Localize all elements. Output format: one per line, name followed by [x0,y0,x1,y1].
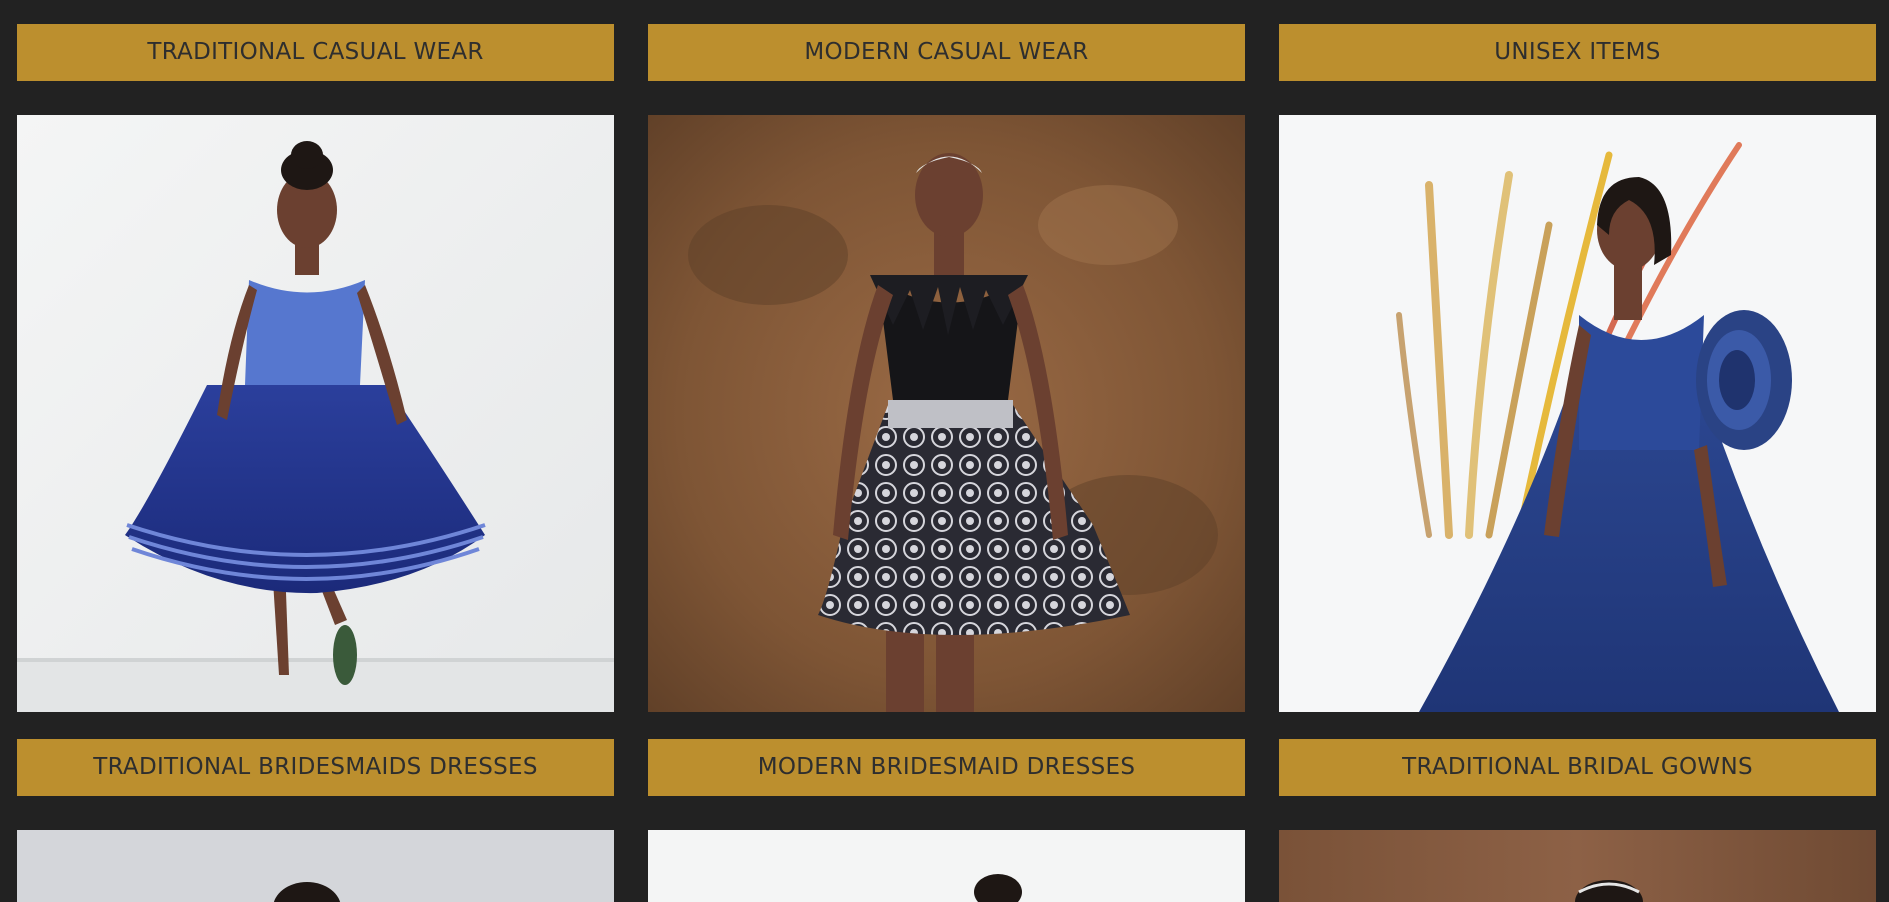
category-image-traditional-bridesmaids-dresses[interactable] [17,830,614,902]
photo-unisex-items [1279,115,1876,712]
photo-traditional-bridal-gowns [1279,830,1876,902]
category-image-traditional-casual-wear[interactable] [17,115,614,712]
category-image-unisex-items[interactable] [1279,115,1876,712]
category-button-traditional-bridesmaids-dresses[interactable]: TRADITIONAL BRIDESMAIDS DRESSES [17,739,614,796]
photo-modern-casual-wear [648,115,1245,712]
category-button-traditional-casual-wear[interactable]: TRADITIONAL CASUAL WEAR [17,24,614,81]
photo-traditional-casual-wear [17,115,614,712]
category-image-modern-casual-wear[interactable] [648,115,1245,712]
category-image-traditional-bridal-gowns[interactable] [1279,830,1876,902]
category-button-traditional-bridal-gowns[interactable]: TRADITIONAL BRIDAL GOWNS [1279,739,1876,796]
photo-modern-bridesmaid-dresses [648,830,1245,902]
category-button-modern-casual-wear[interactable]: MODERN CASUAL WEAR [648,24,1245,81]
category-grid: TRADITIONAL CASUAL WEAR MODERN CASUAL WE… [0,0,1889,902]
category-button-unisex-items[interactable]: UNISEX ITEMS [1279,24,1876,81]
category-image-modern-bridesmaid-dresses[interactable] [648,830,1245,902]
photo-traditional-bridesmaids-dresses [17,830,614,902]
category-button-modern-bridesmaid-dresses[interactable]: MODERN BRIDESMAID DRESSES [648,739,1245,796]
